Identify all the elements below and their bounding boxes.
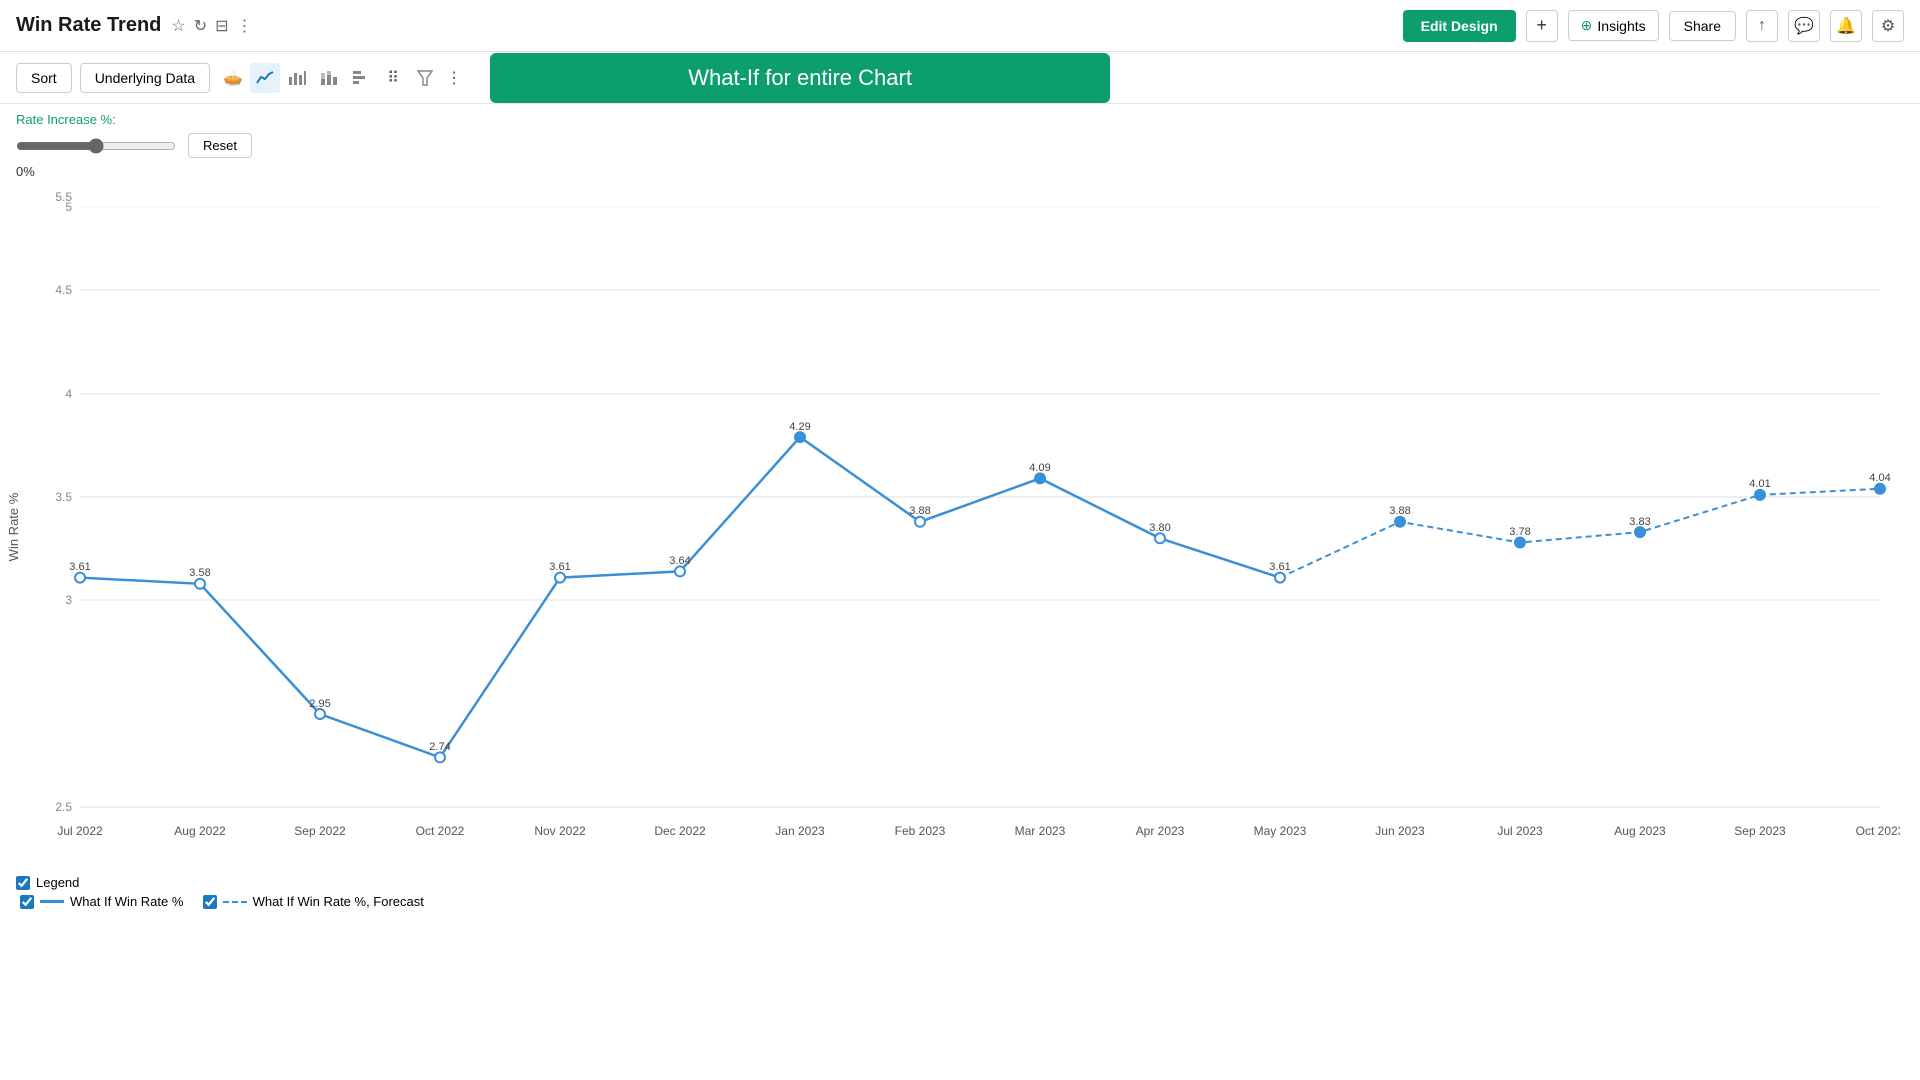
data-point-11[interactable] [1395, 517, 1405, 527]
svg-text:Sep 2023: Sep 2023 [1734, 824, 1786, 838]
data-point-2[interactable] [315, 709, 325, 719]
svg-text:3.5: 3.5 [55, 490, 72, 504]
controls-area: Rate Increase %: Reset 0% [0, 104, 1920, 187]
svg-text:3.83: 3.83 [1629, 516, 1650, 528]
share-button[interactable]: Share [1669, 11, 1736, 41]
svg-text:Aug 2023: Aug 2023 [1614, 824, 1666, 838]
svg-text:4.04: 4.04 [1869, 472, 1890, 484]
data-point-8[interactable] [1035, 473, 1045, 483]
svg-text:3: 3 [65, 593, 72, 607]
chart-container: Win Rate % 2.5 3 3.5 4 4.5 5 5.5 5.5 [0, 187, 1920, 867]
data-point-14[interactable] [1755, 490, 1765, 500]
reset-button[interactable]: Reset [188, 133, 252, 158]
svg-text:3.78: 3.78 [1509, 526, 1530, 538]
chart-type-more-button[interactable]: ⋮ [442, 64, 466, 92]
upload-icon[interactable]: ↑ [1746, 10, 1778, 42]
refresh-icon[interactable]: ↻ [194, 16, 207, 36]
svg-text:3.58: 3.58 [189, 567, 210, 579]
svg-text:Oct 2022: Oct 2022 [416, 824, 465, 838]
data-point-7[interactable] [915, 517, 925, 527]
svg-text:Jun 2023: Jun 2023 [1375, 824, 1425, 838]
legend-area: Legend What If Win Rate % What If Win Ra… [0, 867, 1920, 913]
svg-text:Oct 2023: Oct 2023 [1856, 824, 1900, 838]
win-rate-legend-label: What If Win Rate % [70, 894, 183, 909]
svg-text:Jul 2022: Jul 2022 [57, 824, 103, 838]
rate-slider[interactable] [16, 138, 176, 154]
what-if-banner: What-If for entire Chart [490, 53, 1110, 103]
svg-text:4: 4 [65, 387, 72, 401]
add-button[interactable]: + [1526, 10, 1558, 42]
page-title: Win Rate Trend [16, 14, 161, 37]
data-point-13[interactable] [1635, 527, 1645, 537]
data-point-3[interactable] [435, 752, 445, 762]
svg-text:4.01: 4.01 [1749, 478, 1770, 490]
svg-text:Jul 2023: Jul 2023 [1497, 824, 1543, 838]
more-options-icon[interactable]: ⋮ [237, 16, 253, 36]
svg-text:2.74: 2.74 [429, 741, 450, 753]
svg-text:3.61: 3.61 [1269, 561, 1290, 573]
settings-icon[interactable]: ⚙ [1872, 10, 1904, 42]
forecast-legend-label: What If Win Rate %, Forecast [253, 894, 424, 909]
svg-text:3.88: 3.88 [909, 505, 930, 517]
rate-label: Rate Increase %: [16, 112, 1904, 127]
data-point-10[interactable] [1275, 573, 1285, 583]
dashed-legend-line [223, 901, 247, 903]
insights-button[interactable]: ⊕ Insights [1568, 10, 1659, 41]
percent-display: 0% [16, 164, 1904, 179]
forecast-checkbox[interactable] [203, 895, 217, 909]
dashed-line [1280, 489, 1880, 578]
svg-text:Aug 2022: Aug 2022 [174, 824, 226, 838]
svg-text:Sep 2022: Sep 2022 [294, 824, 346, 838]
svg-text:Feb 2023: Feb 2023 [895, 824, 946, 838]
y-axis-label: Win Rate % [6, 492, 21, 561]
win-rate-checkbox[interactable] [20, 895, 34, 909]
svg-text:3.80: 3.80 [1149, 522, 1170, 534]
svg-text:3.88: 3.88 [1389, 505, 1410, 517]
alert-icon[interactable]: 🔔 [1830, 10, 1862, 42]
svg-text:2.95: 2.95 [309, 698, 330, 710]
legend-label: Legend [36, 875, 79, 890]
star-icon[interactable]: ☆ [171, 16, 185, 36]
underlying-data-button[interactable]: Underlying Data [80, 63, 210, 93]
svg-text:5.5: 5.5 [55, 190, 72, 204]
svg-text:3.64: 3.64 [669, 555, 690, 567]
svg-text:2.5: 2.5 [55, 800, 72, 814]
svg-text:Apr 2023: Apr 2023 [1136, 824, 1185, 838]
save-icon[interactable]: ⊟ [215, 16, 228, 36]
legend-checkbox[interactable] [16, 876, 30, 890]
solid-legend-line [40, 900, 64, 903]
sort-button[interactable]: Sort [16, 63, 72, 93]
funnel-icon[interactable] [410, 63, 440, 93]
svg-text:3.61: 3.61 [549, 561, 570, 573]
svg-text:May 2023: May 2023 [1254, 824, 1307, 838]
horizontal-bar-icon[interactable] [346, 63, 376, 93]
data-point-1[interactable] [195, 579, 205, 589]
svg-text:4.29: 4.29 [789, 421, 810, 433]
stacked-bar-icon[interactable] [314, 63, 344, 93]
comment-icon[interactable]: 💬 [1788, 10, 1820, 42]
data-point-5[interactable] [675, 566, 685, 576]
svg-text:4.5: 4.5 [55, 283, 72, 297]
data-point-9[interactable] [1155, 533, 1165, 543]
svg-text:Nov 2022: Nov 2022 [534, 824, 586, 838]
svg-text:Jan 2023: Jan 2023 [775, 824, 825, 838]
svg-text:3.61: 3.61 [69, 561, 90, 573]
line-chart-icon[interactable] [250, 63, 280, 93]
data-point-0[interactable] [75, 573, 85, 583]
edit-design-button[interactable]: Edit Design [1403, 10, 1516, 42]
data-point-12[interactable] [1515, 538, 1525, 548]
svg-text:4.09: 4.09 [1029, 462, 1050, 474]
pie-chart-icon[interactable]: 🥧 [218, 63, 248, 93]
data-point-6[interactable] [795, 432, 805, 442]
svg-text:Dec 2022: Dec 2022 [654, 824, 706, 838]
scatter-icon[interactable]: ⠿ [378, 63, 408, 93]
svg-text:Mar 2023: Mar 2023 [1015, 824, 1066, 838]
data-point-15[interactable] [1875, 484, 1885, 494]
bar-chart-icon[interactable] [282, 63, 312, 93]
insights-icon: ⊕ [1581, 17, 1593, 34]
solid-line [80, 437, 1280, 757]
data-point-4[interactable] [555, 573, 565, 583]
